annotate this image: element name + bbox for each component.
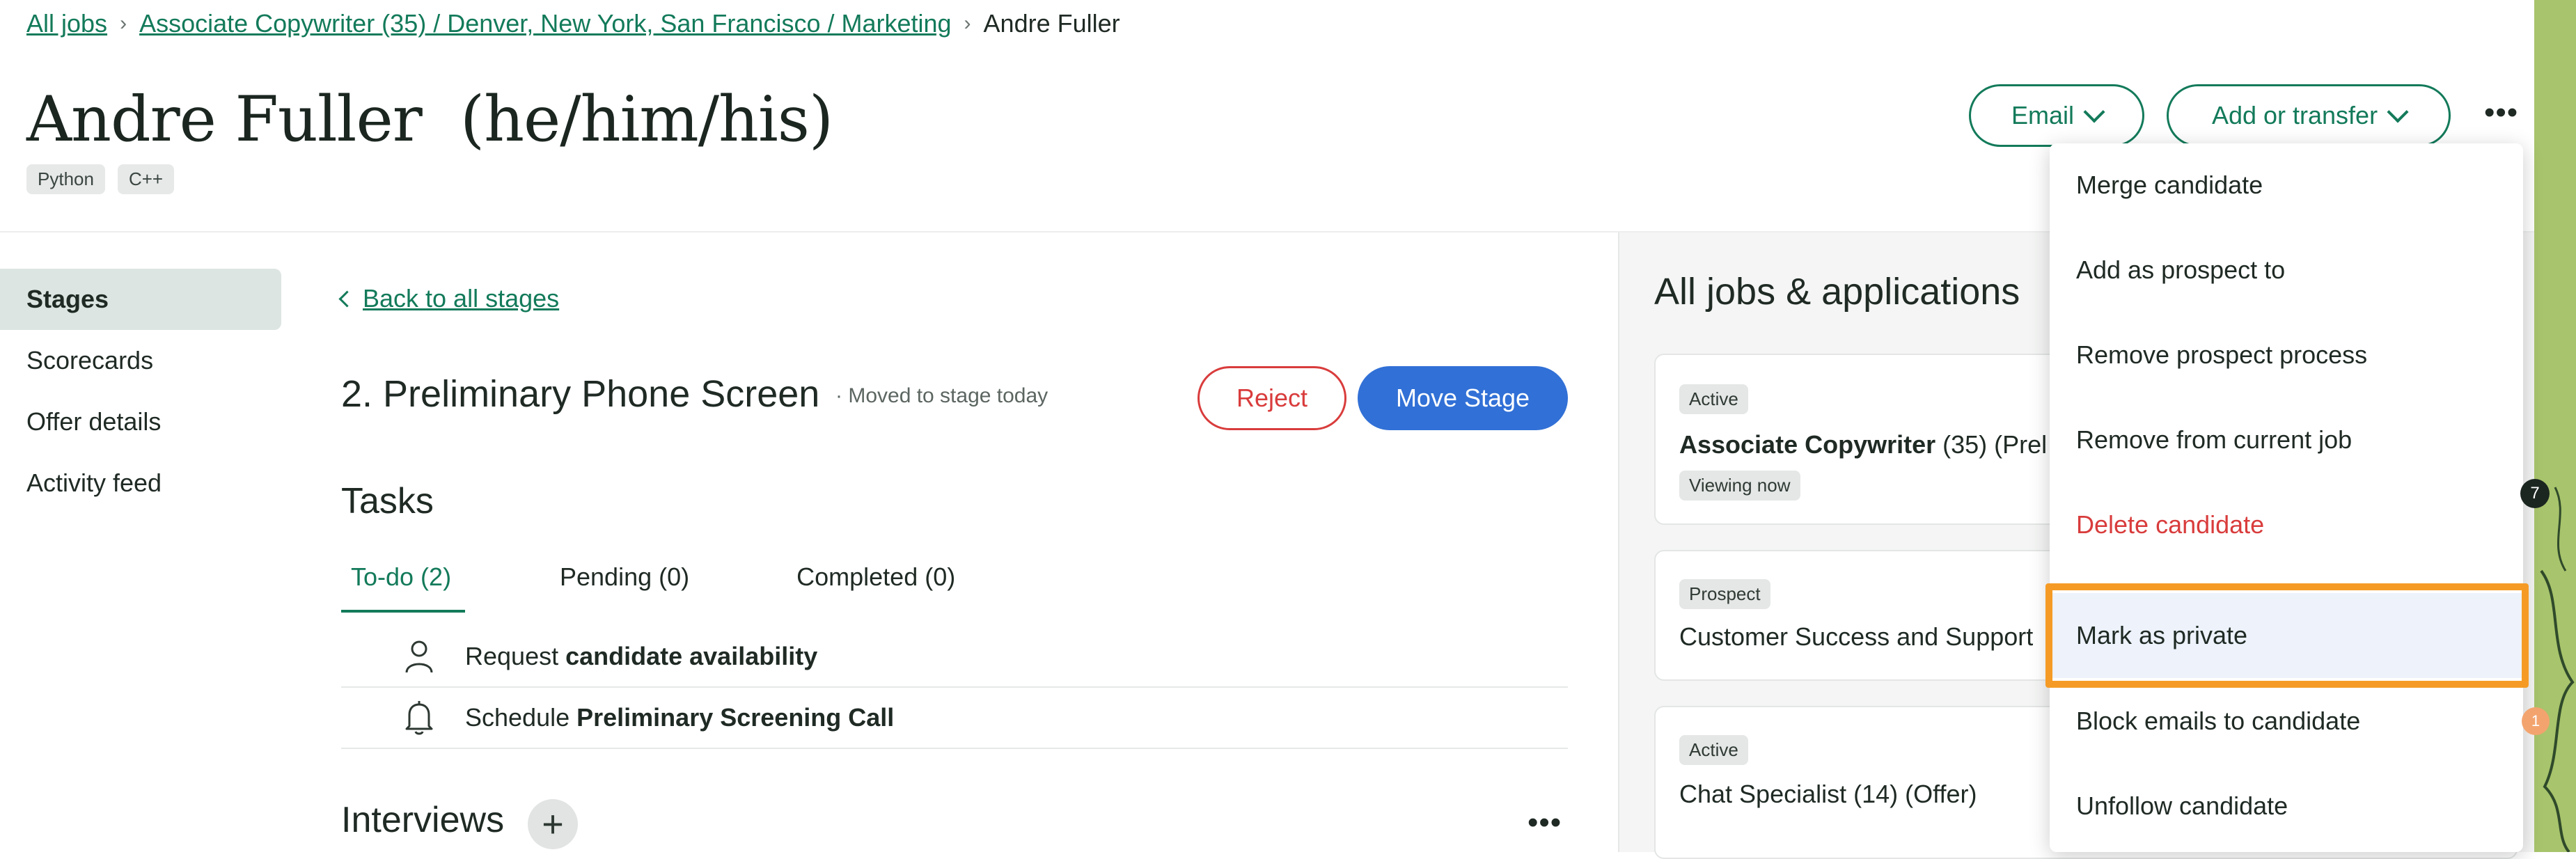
tag-python[interactable]: Python (26, 164, 105, 194)
breadcrumb-current: Andre Fuller (983, 9, 1120, 38)
task-prefix: Schedule (465, 703, 570, 732)
menu-item-remove-from-current-job[interactable]: Remove from current job (2050, 398, 2523, 482)
chevron-down-icon (2083, 101, 2105, 123)
applications-heading: All jobs & applications (1654, 271, 2020, 313)
chevron-right-icon: › (120, 12, 127, 35)
bell-icon (398, 700, 440, 736)
task-row[interactable]: Schedule Preliminary Screening Call (341, 688, 1568, 749)
candidate-actions-menu: Merge candidate Add as prospect to Remov… (2050, 143, 2523, 852)
nav-item-stages[interactable]: Stages (0, 269, 281, 330)
candidate-pronouns: (he/him/his) (460, 83, 833, 156)
interviews-heading: Interviews (341, 800, 505, 840)
menu-item-add-as-prospect[interactable]: Add as prospect to (2050, 228, 2523, 312)
menu-item-merge-candidate[interactable]: Merge candidate (2050, 143, 2523, 227)
menu-item-mark-as-private[interactable]: Mark as private (2050, 593, 2523, 678)
alert-count-badge: 1 (2522, 707, 2550, 735)
menu-item-block-emails[interactable]: Block emails to candidate (2050, 679, 2523, 763)
notification-count-badge: 7 (2520, 479, 2550, 508)
menu-item-unfollow-candidate[interactable]: Unfollow candidate (2050, 764, 2523, 848)
candidate-name-heading: Andre Fuller (he/him/his) (26, 78, 833, 161)
application-title[interactable]: Chat Specialist (14) (Offer) (1679, 780, 1977, 809)
stage-moved-note: · Moved to stage today (835, 384, 1048, 408)
task-row[interactable]: Request candidate availability (341, 626, 1568, 688)
person-icon (398, 639, 440, 674)
stage-title: 2. Preliminary Phone Screen (341, 373, 820, 415)
back-to-stages-label[interactable]: Back to all stages (363, 284, 559, 313)
task-subject: Preliminary Screening Call (576, 703, 895, 732)
task-subject: candidate availability (565, 642, 818, 670)
breadcrumb: All jobs › Associate Copywriter (35) / D… (26, 8, 1120, 39)
email-button-label: Email (2011, 101, 2075, 129)
breadcrumb-all-jobs-link[interactable]: All jobs (26, 8, 107, 39)
stage-moved-text: Moved to stage today (848, 384, 1049, 407)
candidate-tags: Python C++ (26, 164, 175, 194)
task-tabs: To-do (2) Pending (0) Completed (0) (341, 562, 965, 613)
more-actions-icon[interactable]: ••• (2484, 97, 2518, 128)
tag-cpp[interactable]: C++ (117, 164, 175, 194)
reject-button[interactable]: Reject (1197, 366, 1346, 430)
chevron-down-icon (2387, 101, 2409, 123)
menu-item-remove-prospect-process[interactable]: Remove prospect process (2050, 313, 2523, 397)
plus-icon: + (542, 803, 564, 845)
nav-item-offer-details[interactable]: Offer details (0, 391, 281, 452)
nav-item-scorecards[interactable]: Scorecards (0, 330, 281, 391)
task-prefix: Request (465, 642, 559, 670)
dot-separator: · (835, 384, 849, 407)
application-job-detail: (35) (Prel (1935, 430, 2048, 459)
candidate-sidebar-nav: Stages Scorecards Offer details Activity… (0, 269, 281, 514)
status-badge: Active (1679, 735, 1748, 765)
breadcrumb-job-link[interactable]: Associate Copywriter (35) / Denver, New … (139, 8, 951, 39)
tab-todo[interactable]: To-do (2) (341, 562, 465, 613)
nav-item-activity-feed[interactable]: Activity feed (0, 452, 281, 514)
tasks-heading: Tasks (341, 481, 434, 521)
menu-item-delete-candidate[interactable]: Delete candidate (2050, 483, 2523, 567)
move-stage-button[interactable]: Move Stage (1358, 366, 1568, 430)
tab-pending[interactable]: Pending (0) (550, 562, 699, 613)
back-to-stages-link[interactable]: Back to all stages (338, 284, 559, 313)
add-or-transfer-button[interactable]: Add or transfer (2167, 84, 2451, 147)
application-title[interactable]: Customer Success and Support (1679, 622, 2033, 652)
viewing-now-badge: Viewing now (1679, 471, 1800, 501)
application-job-name: Associate Copywriter (1679, 430, 1936, 459)
application-title[interactable]: Associate Copywriter (35) (Prel (1679, 430, 2047, 459)
interviews-more-icon[interactable]: ••• (1527, 807, 1562, 838)
add-or-transfer-label: Add or transfer (2211, 101, 2378, 129)
status-badge: Prospect (1679, 579, 1770, 609)
tab-completed[interactable]: Completed (0) (787, 562, 965, 613)
add-interview-button[interactable]: + (528, 799, 578, 849)
email-button[interactable]: Email (1969, 84, 2144, 147)
status-badge: Active (1679, 384, 1748, 414)
chevron-right-icon: › (964, 12, 971, 35)
candidate-name: Andre Fuller (26, 83, 423, 156)
chevron-left-icon (338, 290, 356, 308)
